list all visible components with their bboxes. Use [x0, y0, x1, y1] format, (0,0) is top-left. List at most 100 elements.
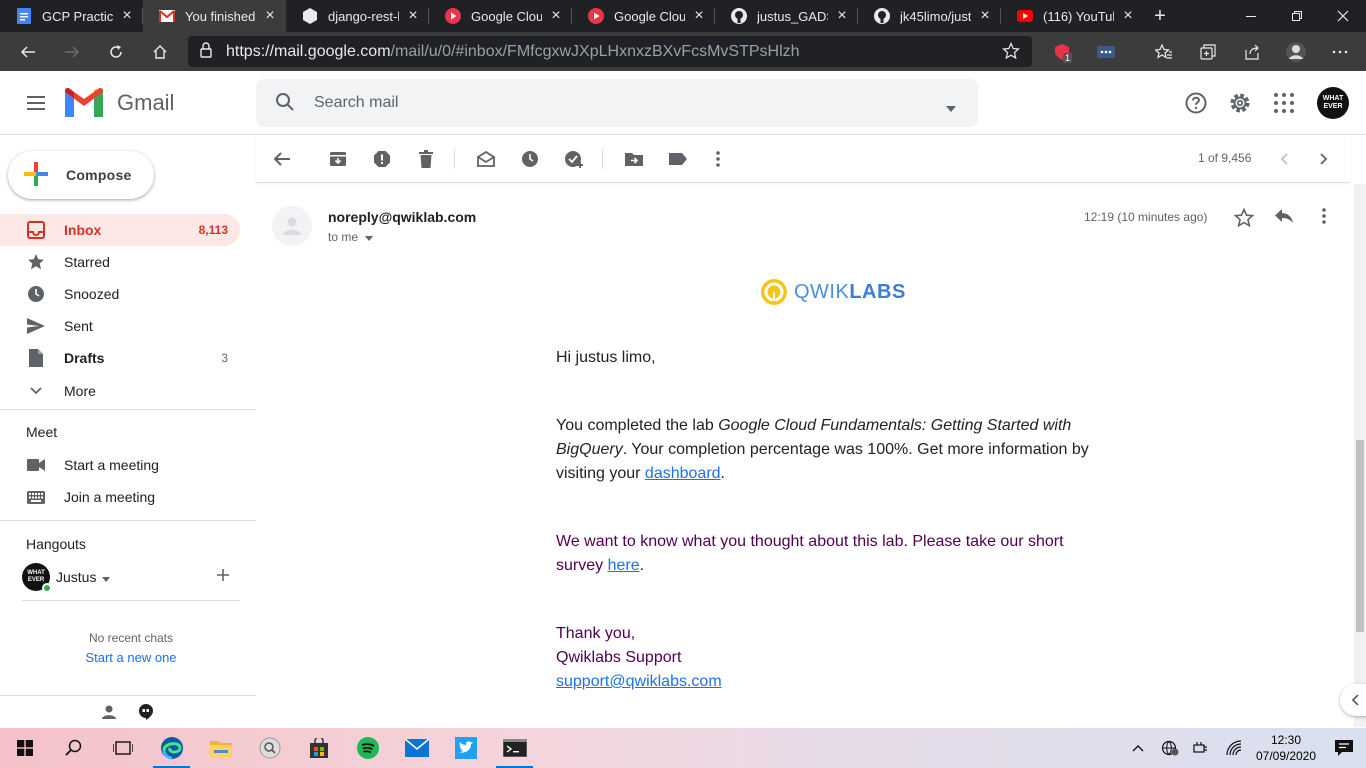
windows-start-icon[interactable] [0, 728, 49, 768]
share-icon[interactable] [1230, 32, 1274, 71]
settings-gear-icon[interactable] [1228, 91, 1252, 118]
search-icon[interactable] [274, 91, 296, 116]
refresh-button[interactable] [94, 32, 138, 71]
show-hidden-icons-chevron-icon[interactable] [1122, 728, 1154, 768]
side-panel-toggle-icon[interactable] [1340, 684, 1366, 716]
close-tab-icon[interactable]: × [119, 8, 135, 24]
message-scrollbar[interactable] [1354, 184, 1366, 727]
join-meeting-item[interactable]: Join a meeting [0, 481, 240, 513]
twitter-icon[interactable] [441, 728, 490, 768]
store-bag-icon[interactable] [294, 728, 343, 768]
recipient-details[interactable]: to me [328, 230, 374, 244]
hangouts-user[interactable]: WHAT EVER Justus [22, 563, 111, 593]
browser-tab[interactable]: django-rest-kr × [286, 0, 429, 32]
close-tab-icon[interactable]: × [262, 8, 278, 24]
favorites-icon[interactable] [1142, 32, 1186, 71]
mark-unread-icon[interactable] [476, 149, 496, 169]
minimize-button[interactable] [1228, 0, 1274, 32]
add-to-tasks-icon[interactable] [564, 149, 584, 169]
close-tab-icon[interactable]: × [405, 8, 421, 24]
extension-shield-icon[interactable]: 1 [1040, 32, 1084, 71]
browser-tab[interactable]: Google Cloud × [572, 0, 715, 32]
search-app-icon[interactable] [245, 728, 294, 768]
hangouts-chat-icon[interactable] [137, 703, 155, 724]
older-chevron-right-icon[interactable] [1314, 149, 1334, 169]
compose-button[interactable]: Compose [8, 151, 154, 199]
more-actions-icon[interactable] [708, 149, 728, 169]
task-view-icon[interactable] [98, 728, 147, 768]
sidebar-item-snoozed[interactable]: Snoozed [0, 278, 240, 310]
wifi-icon[interactable] [1218, 728, 1250, 768]
start-new-chat-link[interactable]: Start a new one [0, 650, 262, 665]
report-spam-icon[interactable] [372, 149, 392, 169]
sidebar-item-more[interactable]: More [0, 375, 240, 407]
close-tab-icon[interactable]: × [1120, 8, 1136, 24]
favorite-star-icon[interactable] [1002, 42, 1020, 63]
inbox-icon [26, 220, 46, 240]
sidebar-item-inbox[interactable]: Inbox 8,113 [0, 214, 240, 246]
gmail-logo[interactable]: Gmail [65, 88, 174, 117]
add-hangout-icon[interactable] [216, 568, 230, 585]
search-options-icon[interactable] [946, 99, 956, 115]
survey-link[interactable]: here [608, 557, 640, 574]
close-tab-icon[interactable]: × [548, 8, 564, 24]
browser-tab[interactable]: (116) YouTube × [1001, 0, 1144, 32]
spotify-icon[interactable] [343, 728, 392, 768]
browser-tab-active[interactable]: You finished a × [143, 0, 286, 32]
address-bar[interactable]: https://mail.google.com/mail/u/0/#inbox/… [188, 36, 1032, 67]
sidebar-item-sent[interactable]: Sent [0, 310, 240, 342]
file-explorer-icon[interactable] [196, 728, 245, 768]
sender-email[interactable]: noreply@qwiklab.com [328, 209, 476, 225]
help-icon[interactable] [1184, 91, 1208, 118]
account-avatar[interactable]: WHAT EVER [1317, 87, 1349, 119]
browser-tab[interactable]: justus_GADS_2 × [715, 0, 858, 32]
dashboard-link[interactable]: dashboard [645, 465, 721, 482]
new-tab-button[interactable]: + [1144, 0, 1176, 32]
power-plug-icon[interactable] [1186, 728, 1218, 768]
move-to-icon[interactable] [624, 149, 644, 169]
browser-tab[interactable]: Google Cloud × [429, 0, 572, 32]
restore-button[interactable] [1274, 0, 1320, 32]
draft-icon [26, 348, 46, 368]
delete-trash-icon[interactable] [416, 149, 436, 169]
message-more-icon[interactable] [1322, 208, 1326, 227]
archive-icon[interactable] [328, 149, 348, 169]
sidebar-item-starred[interactable]: Starred [0, 246, 240, 278]
taskbar-clock[interactable]: 12:30 07/09/2020 [1250, 732, 1322, 764]
home-button[interactable] [138, 32, 182, 71]
contacts-person-icon[interactable] [102, 705, 116, 722]
caret-down-icon[interactable] [102, 569, 111, 585]
search-input[interactable] [314, 94, 914, 112]
collections-icon[interactable] [1186, 32, 1230, 71]
start-meeting-item[interactable]: Start a meeting [0, 449, 240, 481]
recipient-dropdown-icon[interactable] [365, 230, 374, 244]
more-options-icon[interactable] [1318, 32, 1362, 71]
browser-tab[interactable]: jk45limo/justu × [858, 0, 1001, 32]
support-email-link[interactable]: support@qwiklabs.com [556, 673, 722, 690]
back-button[interactable] [6, 32, 50, 71]
notifications-icon[interactable] [1322, 728, 1366, 768]
snooze-clock-icon[interactable] [520, 149, 540, 169]
vpn-globe-icon[interactable] [1154, 728, 1186, 768]
main-menu-icon[interactable] [24, 91, 48, 118]
apps-grid-icon[interactable] [1272, 91, 1296, 118]
close-tab-icon[interactable]: × [977, 8, 993, 24]
label-tag-icon[interactable] [668, 149, 688, 169]
close-window-button[interactable] [1320, 0, 1366, 32]
scrollbar-thumb[interactable] [1356, 440, 1364, 632]
edge-browser-icon[interactable] [147, 728, 196, 768]
back-to-inbox-icon[interactable] [272, 149, 292, 169]
mail-app-icon[interactable] [392, 728, 441, 768]
terminal-icon[interactable] [490, 728, 539, 768]
star-message-icon[interactable] [1233, 207, 1255, 231]
profile-avatar[interactable] [1274, 32, 1318, 71]
close-tab-icon[interactable]: × [834, 8, 850, 24]
reply-icon[interactable] [1274, 208, 1294, 227]
sidebar-item-drafts[interactable]: Drafts 3 [0, 342, 240, 374]
taskbar-search-icon[interactable] [49, 728, 98, 768]
close-tab-icon[interactable]: × [691, 8, 707, 24]
browser-tab[interactable]: GCP Practice P × [0, 0, 143, 32]
forward-button[interactable] [50, 32, 94, 71]
extension-dots-icon[interactable] [1084, 32, 1128, 71]
newer-chevron-left-icon[interactable] [1274, 149, 1294, 169]
